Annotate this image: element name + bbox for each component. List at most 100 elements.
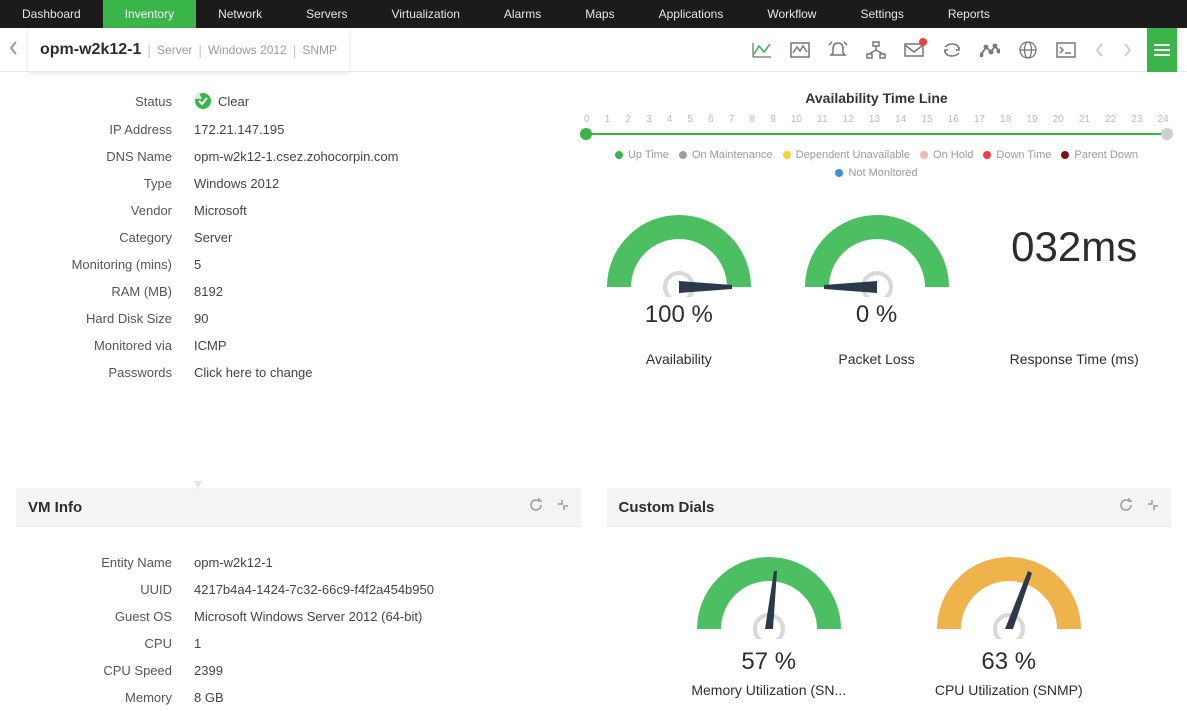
spark-icon[interactable]: [781, 32, 819, 68]
vm-info-title: VM Info: [28, 499, 82, 516]
uuid-value: 4217b4a4-1424-7c32-66c9-f4f2a454b950: [194, 582, 434, 597]
availability-label: Availability: [586, 351, 772, 367]
dial-cpu-value: 63 %: [909, 648, 1109, 676]
via-value: ICMP: [194, 338, 227, 353]
nav-tab-reports[interactable]: Reports: [926, 0, 1012, 28]
nav-tab-settings[interactable]: Settings: [838, 0, 925, 28]
availability-panel: Availability Time Line 01234567891011121…: [582, 86, 1171, 474]
custom-dials-title: Custom Dials: [619, 499, 715, 516]
nav-tab-virtualization[interactable]: Virtualization: [369, 0, 481, 28]
dns-value: opm-w2k12-1.csez.zohocorpin.com: [194, 149, 398, 164]
cpuspeed-label: CPU Speed: [16, 663, 194, 678]
scroll-down-icon[interactable]: ▾: [194, 474, 202, 494]
terminal-icon[interactable]: [1047, 32, 1085, 68]
status-label: Status: [16, 94, 194, 109]
response-time-label: Response Time (ms): [981, 351, 1167, 367]
gauge-packet-loss: 0 % Packet Loss: [784, 197, 970, 367]
legend-item: Dependent Unavailable: [783, 149, 910, 161]
timeline-ticks: 0123456789101112131415161718192021222324: [582, 114, 1171, 125]
cpuspeed-value: 2399: [194, 663, 223, 678]
back-button[interactable]: [0, 41, 28, 58]
breadcrumb: opm-w2k12-1 | Server | Windows 2012 | SN…: [28, 28, 349, 72]
legend-item: Down Time: [983, 149, 1051, 161]
prev-button[interactable]: [1085, 32, 1113, 68]
uuid-label: UUID: [16, 582, 194, 597]
chart-line-icon[interactable]: [743, 32, 781, 68]
interval-value: 5: [194, 257, 201, 272]
passwords-link[interactable]: Click here to change: [194, 365, 313, 380]
device-proto: SNMP: [302, 43, 337, 57]
type-label: Type: [16, 176, 194, 191]
vendor-value: Microsoft: [194, 203, 247, 218]
ram-value: 8192: [194, 284, 223, 299]
gauge-availability: 100 % Availability: [586, 197, 772, 367]
entity-value: opm-w2k12-1: [194, 555, 273, 570]
guest-label: Guest OS: [16, 609, 194, 624]
packet-loss-value: 0 %: [784, 301, 970, 329]
nav-tab-maps[interactable]: Maps: [563, 0, 636, 28]
nav-tab-dashboard[interactable]: Dashboard: [0, 0, 103, 28]
device-os: Windows 2012: [208, 43, 287, 57]
memory-value: 8 GB: [194, 690, 224, 705]
ip-value: 172.21.147.195: [194, 122, 284, 137]
response-time-value: 032ms: [981, 197, 1167, 297]
device-kind: Server: [157, 43, 192, 57]
dial-memory: 57 % Memory Utilization (SN...: [669, 549, 869, 698]
details-panel: ▴ Status Clear IP Address172.21.147.195 …: [16, 86, 556, 474]
nav-tab-servers[interactable]: Servers: [284, 0, 369, 28]
mail-icon[interactable]: [895, 32, 933, 68]
category-value: Server: [194, 230, 232, 245]
category-label: Category: [16, 230, 194, 245]
vendor-label: Vendor: [16, 203, 194, 218]
timeline-title: Availability Time Line: [582, 90, 1171, 106]
refresh-icon[interactable]: [933, 32, 971, 68]
cpu-value: 1: [194, 636, 201, 651]
hd-value: 90: [194, 311, 208, 326]
refresh-icon[interactable]: [529, 498, 543, 517]
topology-icon[interactable]: [857, 32, 895, 68]
hd-label: Hard Disk Size: [16, 311, 194, 326]
bell-icon[interactable]: [819, 32, 857, 68]
dial-cpu: 63 % CPU Utilization (SNMP): [909, 549, 1109, 698]
cpu-label: CPU: [16, 636, 194, 651]
ip-label: IP Address: [16, 122, 194, 137]
nav-tab-network[interactable]: Network: [196, 0, 284, 28]
collapse-icon[interactable]: [1147, 498, 1159, 517]
refresh-icon[interactable]: [1119, 498, 1133, 517]
nav-tab-applications[interactable]: Applications: [637, 0, 746, 28]
legend-item: On Maintenance: [679, 149, 773, 161]
sub-bar: opm-w2k12-1 | Server | Windows 2012 | SN…: [0, 28, 1187, 72]
packet-loss-label: Packet Loss: [784, 351, 970, 367]
vm-info-panel: VM Info Entity Nameopm-w2k12-1 UUID4217b…: [16, 488, 581, 711]
dial-memory-label: Memory Utilization (SN...: [669, 682, 869, 698]
availability-value: 100 %: [586, 301, 772, 329]
legend-item: On Hold: [920, 149, 973, 161]
globe-icon[interactable]: [1009, 32, 1047, 68]
entity-label: Entity Name: [16, 555, 194, 570]
passwords-label: Passwords: [16, 365, 194, 380]
device-name: opm-w2k12-1: [40, 41, 141, 59]
next-button[interactable]: [1113, 32, 1141, 68]
nav-tab-workflow[interactable]: Workflow: [745, 0, 838, 28]
legend-item: Up Time: [615, 149, 669, 161]
interval-label: Monitoring (mins): [16, 257, 194, 272]
nav-tab-alarms[interactable]: Alarms: [482, 0, 563, 28]
toolbar: [743, 28, 1177, 72]
type-value: Windows 2012: [194, 176, 279, 191]
memory-label: Memory: [16, 690, 194, 705]
menu-button[interactable]: [1147, 28, 1177, 72]
response-time: 032ms . Response Time (ms): [981, 197, 1167, 367]
ram-label: RAM (MB): [16, 284, 194, 299]
dial-cpu-label: CPU Utilization (SNMP): [909, 682, 1109, 698]
legend-item: Not Monitored: [835, 167, 917, 179]
via-label: Monitored via: [16, 338, 194, 353]
status-value: Clear: [194, 92, 249, 110]
scroll-up-icon[interactable]: ▴: [194, 84, 202, 104]
timeline-legend: Up Time On Maintenance Dependent Unavailab…: [582, 149, 1171, 179]
top-nav: DashboardInventoryNetworkServersVirtuali…: [0, 0, 1187, 28]
dial-memory-value: 57 %: [669, 648, 869, 676]
collapse-icon[interactable]: [557, 498, 569, 517]
nav-tab-inventory[interactable]: Inventory: [103, 0, 196, 28]
timeline-track[interactable]: [582, 129, 1171, 139]
trend-icon[interactable]: [971, 32, 1009, 68]
